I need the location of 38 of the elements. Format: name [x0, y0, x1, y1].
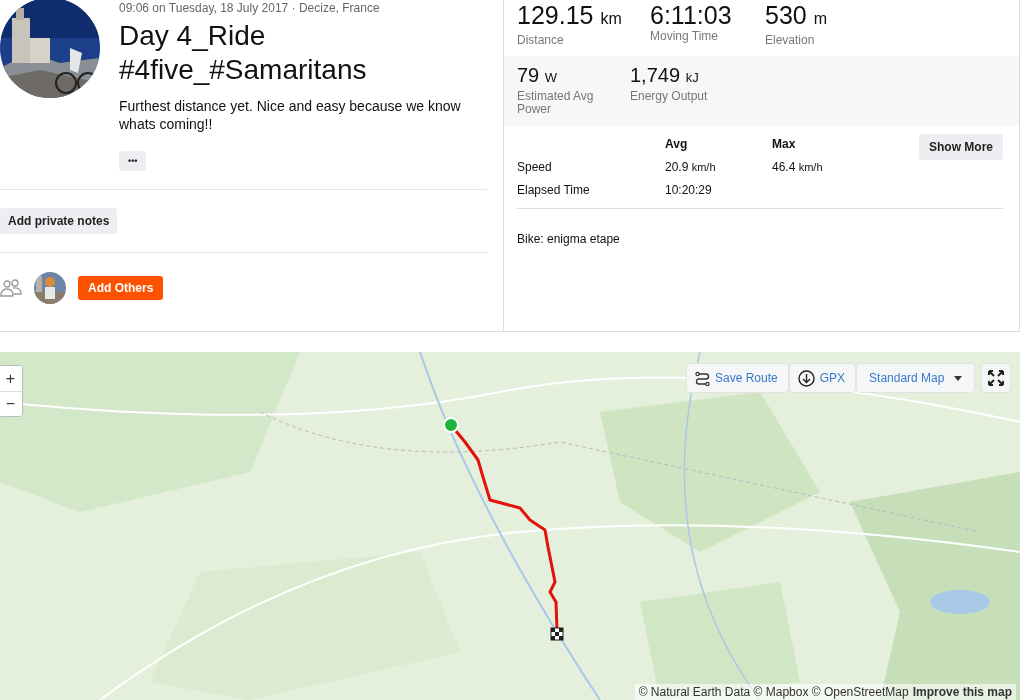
activity-description: Furthest distance yet. Nice and easy because we know whats coming!!: [119, 97, 462, 133]
show-more-button[interactable]: Show More: [919, 134, 1003, 160]
stat-value: 129.15 km: [517, 0, 623, 31]
start-marker-icon: [443, 417, 459, 433]
attribution-text: © Natural Earth Data © Mapbox © OpenStreetMap: [638, 685, 909, 699]
column-header: Max: [772, 137, 797, 151]
stat-value: 6:11:03: [650, 0, 733, 30]
fullscreen-button[interactable]: [982, 364, 1011, 392]
stat-value: 530 m: [765, 0, 828, 31]
zoom-out-button[interactable]: −: [0, 391, 22, 416]
private-notes-button[interactable]: Add private notes: [0, 208, 118, 234]
row-label: Speed: [517, 160, 553, 174]
stat-label: Estimated Avg Power: [517, 90, 595, 116]
activity-title: Day 4_Ride #4five_#Samaritans: [119, 19, 368, 87]
fullscreen-icon: [988, 370, 1005, 386]
column-header: Avg: [665, 137, 689, 151]
stat-label: Elevation: [765, 34, 816, 47]
stat-label: Energy Output: [630, 90, 709, 103]
stat-label: Distance: [517, 34, 565, 47]
activity-meta: 09:06 on Tuesday, 18 July 2017 · Decize, France: [119, 1, 381, 15]
row-label: Elapsed Time: [517, 183, 591, 197]
stat-value: 1,749 kJ: [630, 63, 700, 88]
people-icon: [0, 279, 22, 297]
download-icon: [797, 369, 815, 387]
more-button[interactable]: •••: [119, 151, 147, 171]
stat-value: 79 W: [517, 63, 559, 88]
table-cell-text: 46.4 km/h: [772, 160, 824, 174]
bike-name: Bike: enigma etape: [517, 232, 621, 246]
improve-map-link[interactable]: Improve this map: [912, 685, 1012, 699]
save-route-button[interactable]: Save Route: [687, 364, 788, 392]
gpx-download-button[interactable]: GPX: [789, 364, 856, 392]
table-cell-text: 10:20:29: [665, 183, 713, 197]
table-cell-text: 20.9 km/h: [665, 160, 717, 174]
map-style-dropdown[interactable]: Standard Map: [857, 364, 975, 392]
stat-label: Moving Time: [650, 30, 720, 43]
route-icon: [695, 370, 710, 386]
caret-icon: [954, 375, 963, 381]
finish-flag-icon: [550, 627, 564, 641]
